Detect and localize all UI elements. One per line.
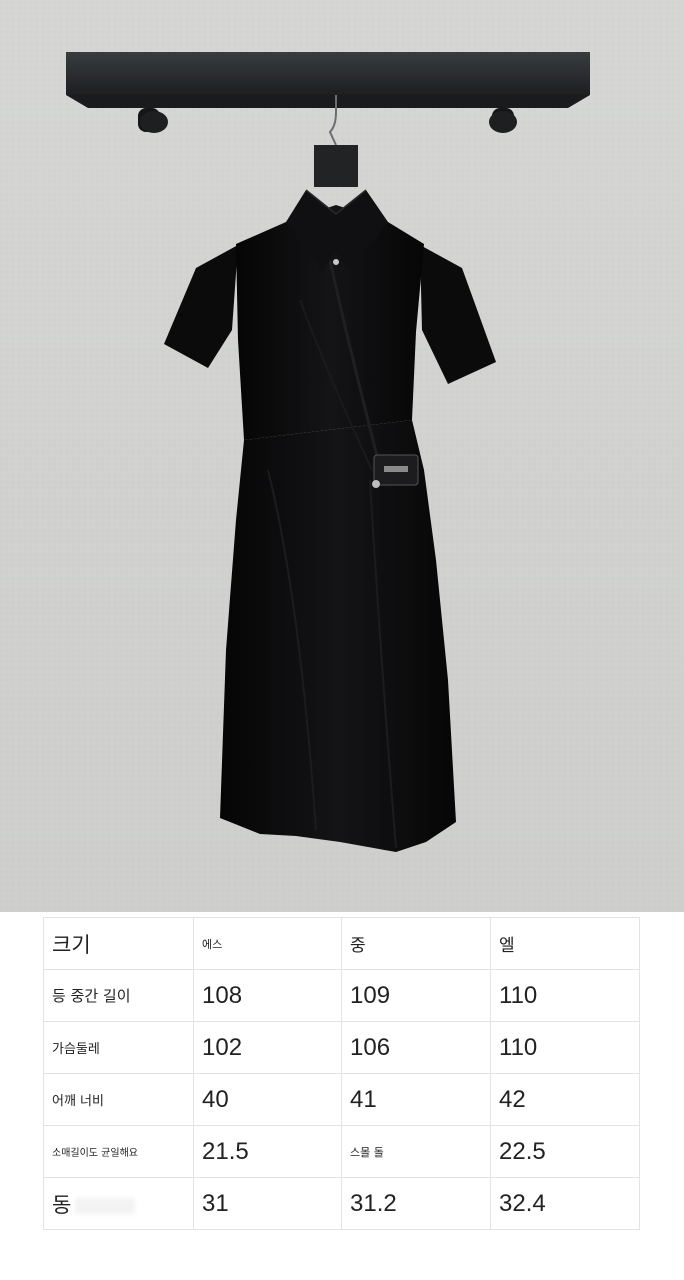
header-cell-size: 크기 [43, 917, 194, 970]
table-cell: 31.2 [341, 1177, 491, 1230]
table-cell: 102 [193, 1021, 342, 1074]
table-row: 가슴둘레 102 106 110 [43, 1021, 640, 1074]
table-cell: 108 [193, 969, 342, 1022]
table-cell: 110 [490, 1021, 640, 1074]
size-chart-table: 크기 에스 중 엘 등 중간 길이 108 109 110 가슴둘레 102 1… [43, 917, 640, 1230]
row-label: 가슴둘레 [43, 1021, 194, 1074]
blurred-text [75, 1197, 136, 1214]
header-cell-large: 엘 [490, 917, 640, 970]
table-row: 어깨 너비 40 41 42 [43, 1073, 640, 1126]
table-cell: 31 [193, 1177, 342, 1230]
table-cell: 109 [341, 969, 491, 1022]
row-label: 어깨 너비 [43, 1073, 194, 1126]
table-cell: 22.5 [490, 1125, 640, 1178]
product-photo [0, 0, 684, 912]
table-header-row: 크기 에스 중 엘 [43, 917, 640, 970]
table-cell: 42 [490, 1073, 640, 1126]
row-label-text: 동 [52, 1192, 72, 1217]
table-row: 소매길이도 균일해요 21.5 스몰 돌 22.5 [43, 1125, 640, 1178]
table-cell: 21.5 [193, 1125, 342, 1178]
row-label: 동 [43, 1177, 194, 1230]
row-label: 등 중간 길이 [43, 969, 194, 1022]
table-row: 동 31 31.2 32.4 [43, 1177, 640, 1230]
row-label: 소매길이도 균일해요 [43, 1125, 194, 1178]
table-cell: 40 [193, 1073, 342, 1126]
table-cell: 106 [341, 1021, 491, 1074]
table-cell: 41 [341, 1073, 491, 1126]
table-row: 등 중간 길이 108 109 110 [43, 969, 640, 1022]
header-cell-medium: 중 [341, 917, 491, 970]
table-cell: 32.4 [490, 1177, 640, 1230]
dress-illustration [0, 0, 684, 912]
table-cell: 110 [490, 969, 640, 1022]
header-cell-small: 에스 [193, 917, 342, 970]
table-cell: 스몰 돌 [341, 1125, 491, 1178]
